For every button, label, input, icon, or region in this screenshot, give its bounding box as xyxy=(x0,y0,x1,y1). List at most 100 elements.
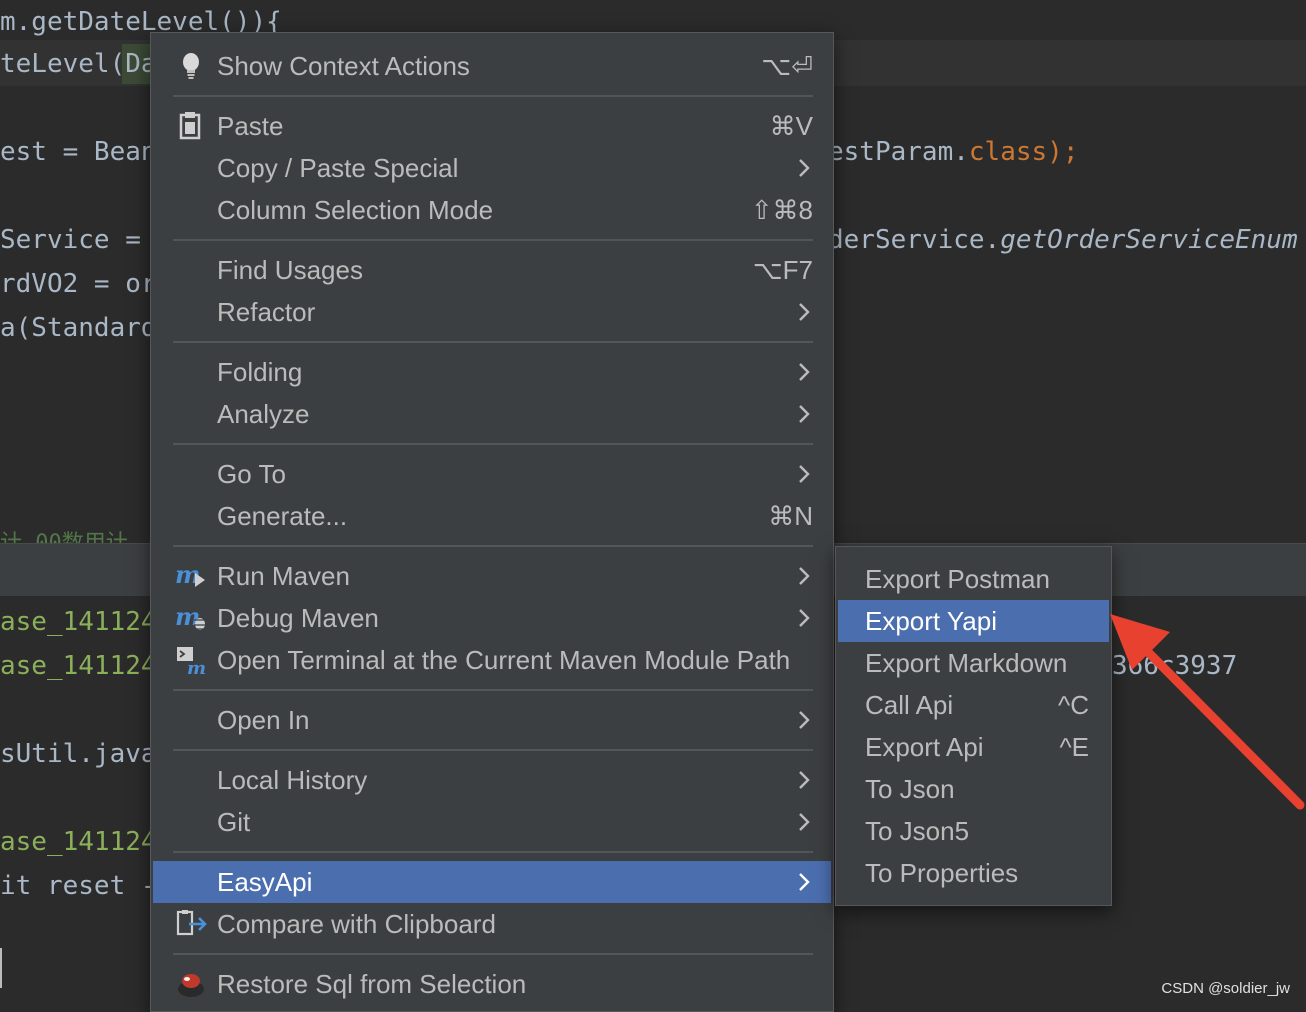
chevron-right-icon xyxy=(799,159,810,177)
menu-item-label: Git xyxy=(217,807,251,837)
menu-separator xyxy=(173,443,813,445)
submenu-item-export-yapi[interactable]: Export Yapi xyxy=(838,600,1109,642)
menu-item-label: Find Usages xyxy=(217,255,363,285)
code-line[interactable]: est = Bean xyxy=(0,130,157,174)
console-line[interactable]: ase_141124 xyxy=(0,644,157,688)
code-line-right[interactable]: derService.getOrderServiceEnum xyxy=(828,218,1298,262)
code-text: estParam. xyxy=(828,137,969,167)
sql-restore-icon xyxy=(178,974,204,997)
menu-item-label: Export Yapi xyxy=(865,606,998,636)
keyword-class: class xyxy=(968,137,1048,167)
svg-text:m: m xyxy=(187,658,206,675)
menu-item-show-context-actions[interactable]: Show Context Actions ⌥⏎ xyxy=(153,45,831,87)
menu-item-compare-with-clipboard[interactable]: Compare with Clipboard xyxy=(153,903,831,945)
menu-item-restore-sql[interactable]: Restore Sql from Selection xyxy=(153,963,831,1005)
menu-item-git[interactable]: Git xyxy=(153,801,831,843)
console-line[interactable]: it reset - xyxy=(0,864,157,908)
menu-item-easyapi[interactable]: EasyApi xyxy=(153,861,831,903)
menu-item-label: Open In xyxy=(217,705,310,735)
text-caret xyxy=(0,948,2,988)
menu-item-label: Generate... xyxy=(217,501,348,531)
menu-item-label: Export Markdown xyxy=(865,648,1068,678)
menu-separator xyxy=(173,545,813,547)
menu-item-debug-maven[interactable]: m Debug Maven xyxy=(153,597,831,639)
menu-item-folding[interactable]: Folding xyxy=(153,351,831,393)
clipboard-icon xyxy=(179,112,201,140)
lightbulb-icon xyxy=(183,53,199,79)
console-line[interactable]: ase_141124 xyxy=(0,820,157,864)
chevron-right-icon xyxy=(799,567,810,585)
code-line[interactable]: Service = xyxy=(0,218,141,262)
menu-item-label: Copy / Paste Special xyxy=(217,153,459,183)
chevron-right-icon xyxy=(799,873,810,891)
menu-item-find-usages[interactable]: Find Usages ⌥F7 xyxy=(153,249,831,291)
menu-separator xyxy=(173,851,813,853)
menu-item-label: Compare with Clipboard xyxy=(217,909,496,939)
code-punct: ); xyxy=(1047,137,1079,167)
console-line[interactable]: ase_141124 xyxy=(0,600,157,644)
menu-item-label: Go To xyxy=(217,459,286,489)
menu-separator xyxy=(173,953,813,955)
chevron-right-icon xyxy=(799,303,810,321)
menu-separator xyxy=(173,239,813,241)
chevron-right-icon xyxy=(799,813,810,831)
chevron-right-icon xyxy=(799,405,810,423)
menu-item-shortcut: ⌥⏎ xyxy=(761,51,813,81)
menu-item-analyze[interactable]: Analyze xyxy=(153,393,831,435)
chevron-right-icon xyxy=(799,363,810,381)
menu-item-shortcut: ⇧⌘8 xyxy=(750,195,813,225)
menu-item-label: Run Maven xyxy=(217,561,350,591)
menu-item-paste[interactable]: Paste ⌘V xyxy=(153,105,831,147)
code-line[interactable]: a(Standard xyxy=(0,306,157,350)
code-line[interactable]: rdVO2 = or xyxy=(0,262,157,306)
submenu-item-to-properties[interactable]: To Properties xyxy=(838,852,1109,894)
submenu-item-export-api[interactable]: Export Api ^E xyxy=(838,726,1109,768)
chevron-right-icon xyxy=(799,711,810,729)
menu-item-label: EasyApi xyxy=(217,867,313,897)
code-text: derService. xyxy=(828,225,1001,255)
chevron-right-icon xyxy=(799,771,810,789)
menu-item-refactor[interactable]: Refactor xyxy=(153,291,831,333)
compare-icon xyxy=(176,910,207,936)
menu-item-column-selection-mode[interactable]: Column Selection Mode ⇧⌘8 xyxy=(153,189,831,231)
menu-item-label: Call Api xyxy=(865,690,954,720)
easyapi-submenu: Export Postman Export Yapi Export Markdo… xyxy=(835,546,1112,906)
menu-separator xyxy=(173,749,813,751)
submenu-item-call-api[interactable]: Call Api ^C xyxy=(838,684,1109,726)
maven-terminal-icon: m xyxy=(177,647,206,675)
menu-item-label: Refactor xyxy=(217,297,316,327)
menu-item-shortcut: ⌘N xyxy=(768,501,813,531)
menu-item-generate[interactable]: Generate... ⌘N xyxy=(153,495,831,537)
code-line[interactable]: teLevel(Da xyxy=(0,42,157,86)
annotation-arrow-icon xyxy=(1110,614,1305,810)
menu-item-label: Column Selection Mode xyxy=(217,195,494,225)
menu-item-go-to[interactable]: Go To xyxy=(153,453,831,495)
submenu-item-export-markdown[interactable]: Export Markdown xyxy=(838,642,1109,684)
menu-item-label: Export Postman xyxy=(865,564,1050,594)
watermark: CSDN @soldier_jw xyxy=(1161,980,1290,997)
submenu-item-to-json5[interactable]: To Json5 xyxy=(838,810,1109,852)
menu-item-label: Local History xyxy=(217,765,368,795)
menu-item-label: To Json5 xyxy=(865,816,970,846)
menu-item-label: To Properties xyxy=(865,858,1019,888)
menu-separator xyxy=(173,95,813,97)
menu-item-shortcut: ^E xyxy=(1059,732,1089,762)
menu-item-run-maven[interactable]: m Run Maven xyxy=(153,555,831,597)
code-line-right[interactable]: estParam.class); xyxy=(828,130,1078,174)
console-line[interactable]: sUtil.java xyxy=(0,732,157,776)
menu-item-copy-paste-special[interactable]: Copy / Paste Special xyxy=(153,147,831,189)
menu-item-label: Debug Maven xyxy=(217,603,379,633)
menu-separator xyxy=(173,689,813,691)
menu-item-label: Export Api xyxy=(865,732,984,762)
menu-item-open-terminal-maven[interactable]: m Open Terminal at the Current Maven Mod… xyxy=(153,639,831,681)
maven-debug-icon: m xyxy=(175,603,206,631)
menu-item-local-history[interactable]: Local History xyxy=(153,759,831,801)
menu-item-label: To Json xyxy=(865,774,955,804)
menu-item-open-in[interactable]: Open In xyxy=(153,699,831,741)
method-call: getOrderServiceEnum xyxy=(1000,225,1298,255)
submenu-item-to-json[interactable]: To Json xyxy=(838,768,1109,810)
submenu-item-export-postman[interactable]: Export Postman xyxy=(838,558,1109,600)
menu-item-label: Analyze xyxy=(217,399,310,429)
menu-separator xyxy=(173,341,813,343)
editor-context-menu: Show Context Actions ⌥⏎ Paste ⌘V Copy / … xyxy=(150,32,834,1012)
